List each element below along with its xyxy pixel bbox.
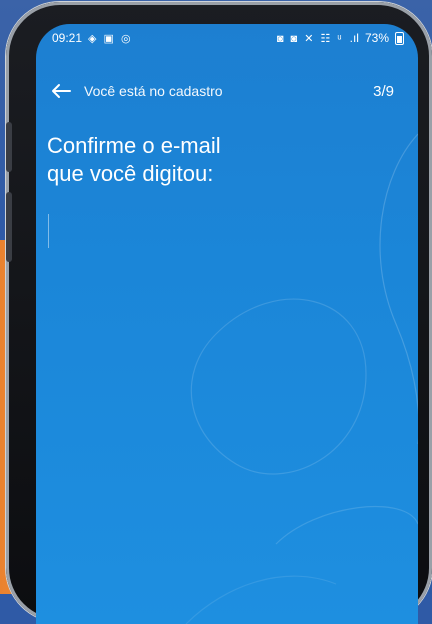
app-bar: Você está no cadastro 3/9 xyxy=(36,76,418,106)
battery-percent: 73% xyxy=(364,31,389,45)
clock: 09:21 xyxy=(52,31,83,45)
text-cursor xyxy=(48,214,49,248)
arrow-left-icon xyxy=(52,84,71,98)
step-indicator: 3/9 xyxy=(373,82,394,100)
status-bar: 09:21 ◈ ▣ ◎ ◙ ◙ ✕ ☷ ᵘ .ıl 73% xyxy=(36,24,418,52)
email-confirm-input[interactable] xyxy=(46,216,390,250)
battery-icon xyxy=(395,31,404,45)
phone-frame: 09:21 ◈ ▣ ◎ ◙ ◙ ✕ ☷ ᵘ .ıl 73% Você está … xyxy=(6,2,432,624)
back-button[interactable] xyxy=(46,76,76,106)
power-button xyxy=(6,192,12,262)
notification-icons: ◈ ▣ ◎ xyxy=(88,32,133,45)
decorative-curves xyxy=(185,133,418,624)
heading-line-2: que você digitou: xyxy=(47,161,214,186)
signal-icon: .ıl xyxy=(349,31,359,45)
system-icons: ◙ ◙ ✕ ☷ ᵘ xyxy=(276,32,344,45)
heading-line-1: Confirme o e-mail xyxy=(47,133,221,158)
volume-button xyxy=(6,122,12,172)
phone-screen: 09:21 ◈ ▣ ◎ ◙ ◙ ✕ ☷ ᵘ .ıl 73% Você está … xyxy=(36,24,418,624)
appbar-title: Você está no cadastro xyxy=(84,83,223,99)
page-heading: Confirme o e-mail que você digitou: xyxy=(47,132,347,188)
